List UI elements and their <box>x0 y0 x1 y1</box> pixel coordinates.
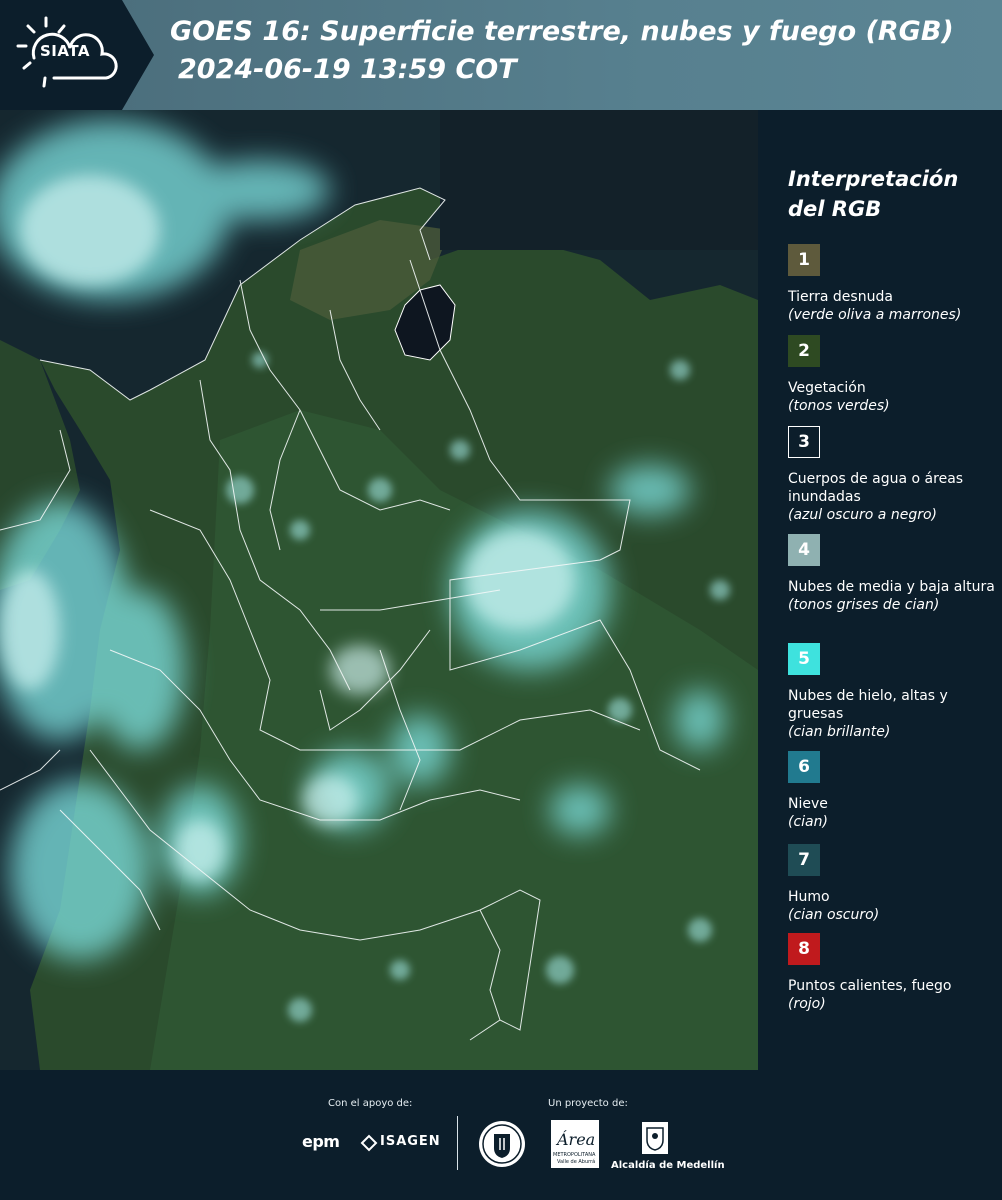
legend-item-sub: (cian oscuro) <box>788 907 880 923</box>
legend-item-sub: (azul oscuro a negro) <box>788 507 937 523</box>
project-label: Un proyecto de: <box>548 1098 628 1109</box>
legend-item-1: 1 Tierra desnuda (verde oliva a marrones… <box>788 244 998 324</box>
epm-logo: epm <box>302 1132 340 1151</box>
satellite-map-image <box>0 110 758 1070</box>
legend-item-sub: (tonos verdes) <box>788 398 890 414</box>
area-logo-sub: METROPOLITANA <box>553 1152 596 1158</box>
legend-item-sub: (verde oliva a marrones) <box>788 307 962 323</box>
legend-swatch: 5 <box>788 643 820 675</box>
isagen-logo: ISAGEN <box>380 1134 441 1149</box>
legend-swatch: 7 <box>788 844 820 876</box>
legend-item-3: 3 Cuerpos de agua o áreas inundadas (azu… <box>788 426 998 524</box>
legend-item-label: Humo <box>788 889 830 905</box>
area-logo-text: Área <box>557 1130 596 1149</box>
legend-item-8: 8 Puntos calientes, fuego (rojo) <box>788 933 998 1013</box>
legend-item-sub: (tonos grises de cian) <box>788 597 940 613</box>
university-seal-icon <box>479 1121 525 1167</box>
legend-item-2: 2 Vegetación (tonos verdes) <box>788 335 998 415</box>
legend-swatch: 6 <box>788 751 820 783</box>
legend-item-label: Cuerpos de agua o áreas inundadas <box>788 471 964 505</box>
page-title: GOES 16: Superficie terrestre, nubes y f… <box>170 16 954 47</box>
legend-swatch: 3 <box>788 426 820 458</box>
satellite-map[interactable] <box>0 110 758 1070</box>
legend-swatch: 1 <box>788 244 820 276</box>
footer: Con el apoyo de: Un proyecto de: epm ISA… <box>0 1070 1002 1200</box>
legend-swatch: 2 <box>788 335 820 367</box>
legend-item-label: Nubes de media y baja altura <box>788 579 995 595</box>
legend-item-label: Nubes de hielo, altas y gruesas <box>788 688 948 722</box>
legend-panel: Interpretación del RGB 1 Tierra desnuda … <box>760 110 1002 1070</box>
area-metropolitana-logo: Área METROPOLITANA Valle de Aburrá <box>551 1120 599 1168</box>
legend-swatch: 4 <box>788 534 820 566</box>
siata-logo-text: SIATA <box>40 42 91 60</box>
legend-swatch: 8 <box>788 933 820 965</box>
legend-item-7: 7 Humo (cian oscuro) <box>788 844 998 924</box>
legend-title: Interpretación del RGB <box>788 167 959 221</box>
legend-item-sub: (rojo) <box>788 996 826 1012</box>
legend-item-sub: (cian) <box>788 814 828 830</box>
legend-item-sub: (cian brillante) <box>788 724 891 740</box>
page-timestamp: 2024-06-19 13:59 COT <box>178 54 517 85</box>
isagen-icon <box>360 1134 378 1152</box>
legend-item-label: Nieve <box>788 796 828 812</box>
legend-item-6: 6 Nieve (cian) <box>788 751 998 831</box>
legend-item-label: Puntos calientes, fuego <box>788 978 952 994</box>
legend-item-4: 4 Nubes de media y baja altura (tonos gr… <box>788 534 998 614</box>
legend-item-label: Tierra desnuda <box>788 289 893 305</box>
header: SIATA GOES 16: Superficie terrestre, nub… <box>0 0 1002 110</box>
legend-item-label: Vegetación <box>788 380 866 396</box>
alcaldia-shield-icon <box>642 1122 668 1154</box>
alcaldia-label: Alcaldía de Medellín <box>611 1160 725 1171</box>
support-label: Con el apoyo de: <box>328 1098 413 1109</box>
legend-item-5: 5 Nubes de hielo, altas y gruesas (cian … <box>788 643 998 741</box>
footer-divider <box>457 1116 458 1170</box>
area-logo-sub2: Valle de Aburrá <box>557 1159 596 1165</box>
